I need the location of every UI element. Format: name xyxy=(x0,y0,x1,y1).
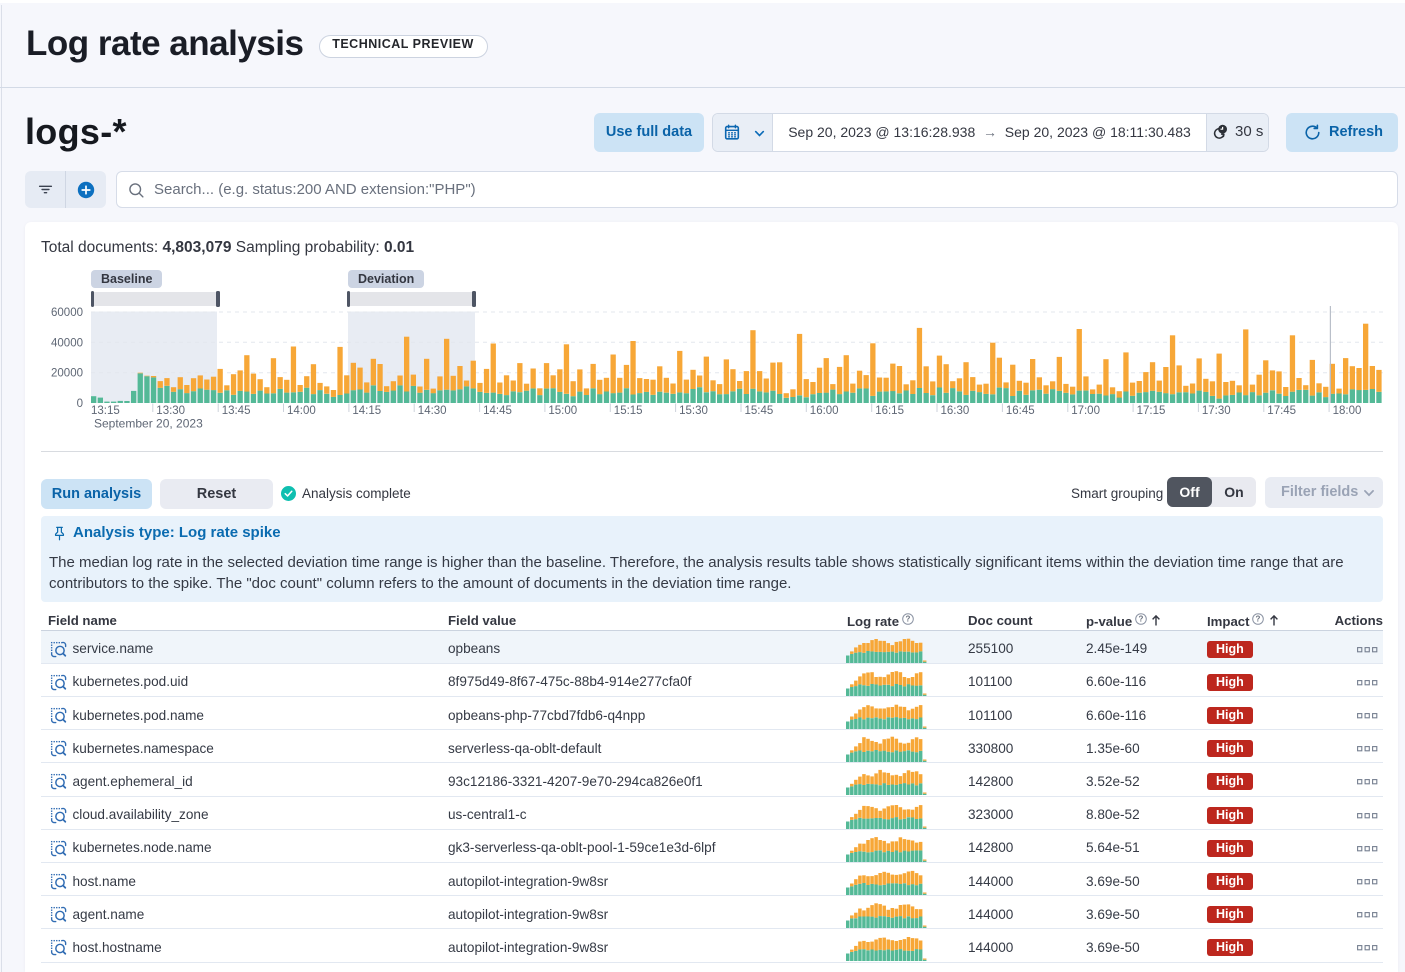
svg-text:16:30: 16:30 xyxy=(941,405,970,417)
svg-text:17:15: 17:15 xyxy=(1137,405,1166,417)
svg-text:16:00: 16:00 xyxy=(810,405,839,417)
svg-text:14:30: 14:30 xyxy=(418,405,447,417)
svg-text:?: ? xyxy=(905,615,910,624)
svg-text:15:00: 15:00 xyxy=(548,405,577,417)
svg-text:13:15: 13:15 xyxy=(91,405,120,417)
svg-text:16:45: 16:45 xyxy=(1006,405,1035,417)
svg-text:17:45: 17:45 xyxy=(1267,405,1296,417)
svg-text:17:30: 17:30 xyxy=(1202,405,1231,417)
svg-text:13:30: 13:30 xyxy=(156,405,185,417)
svg-text:14:00: 14:00 xyxy=(287,405,316,417)
svg-text:60000: 60000 xyxy=(51,307,83,319)
svg-text:?: ? xyxy=(1138,615,1143,624)
svg-text:15:30: 15:30 xyxy=(679,405,708,417)
svg-text:40000: 40000 xyxy=(51,337,83,349)
svg-text:13:45: 13:45 xyxy=(222,405,251,417)
svg-text:16:15: 16:15 xyxy=(875,405,904,417)
svg-text:17:00: 17:00 xyxy=(1071,405,1100,417)
svg-text:14:45: 14:45 xyxy=(483,405,512,417)
svg-text:September 20, 2023: September 20, 2023 xyxy=(94,417,203,431)
svg-text:15:15: 15:15 xyxy=(614,405,643,417)
svg-text:15:45: 15:45 xyxy=(745,405,774,417)
svg-text:14:15: 14:15 xyxy=(352,405,381,417)
svg-text:20000: 20000 xyxy=(51,368,83,380)
svg-text:0: 0 xyxy=(77,398,83,410)
svg-text:18:00: 18:00 xyxy=(1333,405,1362,417)
svg-text:?: ? xyxy=(1256,615,1261,624)
